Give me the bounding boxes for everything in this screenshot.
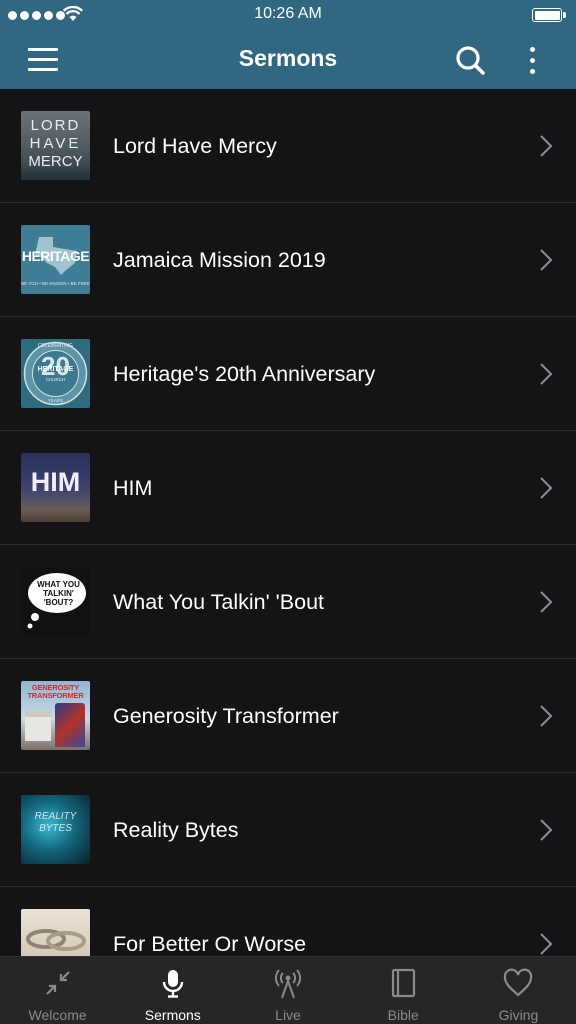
chevron-right-icon (540, 135, 553, 157)
sermon-title: Reality Bytes (113, 818, 239, 842)
building-image (25, 711, 51, 741)
status-bar: 10:26 AM (0, 0, 576, 30)
search-icon[interactable] (452, 42, 488, 78)
status-time: 10:26 AM (254, 5, 322, 22)
thumbnail-text: YEARS (47, 398, 64, 403)
sermon-thumbnail: HERITAGE BE YOU • BE KNOWN • BE FREE (21, 225, 90, 294)
thumbnail-text: REALITY (34, 811, 77, 822)
more-vertical-icon[interactable] (516, 40, 548, 80)
thumbnail-text: BE YOU • BE KNOWN • BE FREE (21, 281, 90, 286)
sermon-thumbnail: HIM (21, 453, 90, 522)
sermon-row-jamaica-mission-2019[interactable]: HERITAGE BE YOU • BE KNOWN • BE FREE Jam… (0, 203, 576, 317)
thumbnail-text: TRANSFORMER (27, 691, 84, 700)
thumbnail-text: CHURCH (45, 377, 66, 382)
sermon-list: LORD HAVE MERCY Lord Have Mercy HERITAGE… (0, 89, 576, 956)
tab-label: Bible (387, 1007, 419, 1023)
sermon-title: For Better Or Worse (113, 932, 307, 956)
tab-bible[interactable]: Bible (346, 957, 461, 1024)
robot-image (55, 703, 85, 747)
sermon-thumbnail: REALITY BYTES (21, 795, 90, 864)
sermon-title: What You Talkin' 'Bout (113, 590, 325, 614)
sermon-title: Lord Have Mercy (113, 134, 277, 158)
tab-label: Welcome (28, 1007, 87, 1023)
thumbnail-text: HIM (30, 467, 81, 497)
sermon-thumbnail: LORD HAVE MERCY (21, 111, 90, 180)
thumbnail-text: 'BOUT? (43, 598, 74, 607)
chevron-right-icon (540, 363, 553, 385)
broadcast-tower-icon (275, 969, 301, 999)
chevron-right-icon (540, 249, 553, 271)
tab-live[interactable]: Live (230, 957, 345, 1024)
sermon-row-him[interactable]: HIM HIM (0, 431, 576, 545)
sermon-row-lord-have-mercy[interactable]: LORD HAVE MERCY Lord Have Mercy (0, 89, 576, 203)
sermon-title: Generosity Transformer (113, 704, 339, 728)
chevron-right-icon (540, 705, 553, 727)
thumbnail-text: HAVE (29, 135, 82, 152)
sermon-row-generosity-transformer[interactable]: GENEROSITY TRANSFORMER Generosity Transf… (0, 659, 576, 773)
tab-label: Giving (498, 1007, 539, 1023)
collapse-arrows-icon (45, 971, 70, 995)
wedding-rings-icon (26, 929, 86, 951)
chevron-right-icon (540, 591, 553, 613)
sermon-row-for-better-or-worse[interactable]: For Better Or Worse (0, 887, 576, 956)
chevron-right-icon (540, 819, 553, 841)
thumbnail-text: CELEBRATING (38, 343, 73, 349)
tab-giving[interactable]: Giving (461, 957, 576, 1024)
microphone-icon (162, 970, 183, 998)
tab-label: Live (275, 1007, 301, 1023)
tab-sermons[interactable]: Sermons (115, 957, 230, 1024)
sermon-thumbnail: CELEBRATING 20 HERITAGE CHURCH YEARS (21, 339, 90, 408)
hamburger-menu-icon[interactable] (22, 40, 66, 78)
thumbnail-text: BYTES (39, 823, 72, 834)
sermon-row-heritage-20th-anniversary[interactable]: CELEBRATING 20 HERITAGE CHURCH YEARS Her… (0, 317, 576, 431)
navigation-bar: Sermons (0, 30, 576, 89)
battery-icon (532, 8, 566, 22)
sermon-thumbnail: WHAT YOU TALKIN' 'BOUT? (21, 567, 90, 636)
sermon-title: HIM (113, 476, 153, 500)
chevron-right-icon (540, 477, 553, 499)
sermon-row-what-you-talkin-bout[interactable]: WHAT YOU TALKIN' 'BOUT? What You Talkin'… (0, 545, 576, 659)
chevron-right-icon (540, 933, 553, 955)
thumbnail-text: LORD (30, 117, 81, 134)
thumbnail-text: WHAT YOU (37, 580, 80, 589)
page-title: Sermons (238, 45, 338, 71)
sermon-title: Jamaica Mission 2019 (113, 248, 326, 272)
sermon-thumbnail: GENEROSITY TRANSFORMER (21, 681, 90, 750)
sermon-thumbnail (21, 909, 90, 956)
book-icon (392, 968, 416, 998)
heart-icon (504, 968, 533, 997)
sermon-title: Heritage's 20th Anniversary (113, 362, 376, 386)
thumbnail-text: HERITAGE (37, 366, 74, 373)
thumbnail-text: TALKIN' (43, 589, 74, 598)
tab-bar: Welcome Sermons Live Bible Giving (0, 956, 576, 1024)
tab-label: Sermons (144, 1007, 201, 1023)
sermon-row-reality-bytes[interactable]: REALITY BYTES Reality Bytes (0, 773, 576, 887)
thumbnail-text: HERITAGE (21, 248, 90, 264)
tab-welcome[interactable]: Welcome (0, 957, 115, 1024)
